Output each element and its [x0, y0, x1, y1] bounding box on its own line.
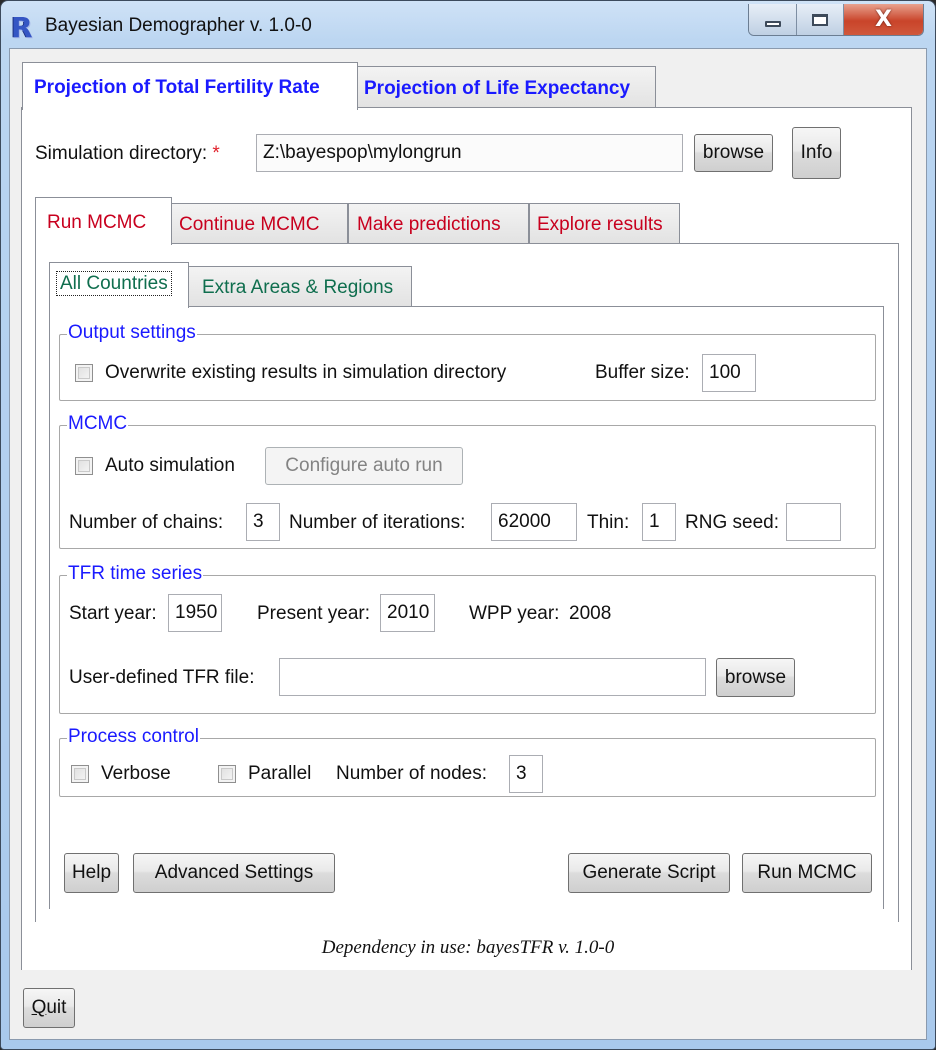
iterations-input[interactable]: 62000	[491, 503, 577, 541]
auto-simulation-checkbox[interactable]	[75, 457, 93, 475]
iterations-label: Number of iterations:	[289, 512, 466, 533]
tab-label: Projection of Life Expectancy	[364, 78, 631, 99]
tab-label: Run MCMC	[47, 212, 147, 233]
start-year-input[interactable]: 1950	[168, 594, 222, 632]
nodes-input[interactable]: 3	[509, 755, 543, 793]
mcmc-legend: MCMC	[67, 413, 129, 435]
present-year-label: Present year:	[257, 603, 370, 624]
tab-label: Extra Areas & Regions	[202, 277, 394, 298]
tab-make-predictions[interactable]: Make predictions	[348, 203, 529, 244]
parallel-checkbox[interactable]	[218, 765, 236, 783]
tab-label: Continue MCMC	[179, 214, 320, 235]
present-year-input[interactable]: 2010	[380, 594, 435, 632]
window-title: Bayesian Demographer v. 1.0-0	[45, 15, 312, 36]
thin-label: Thin:	[587, 512, 630, 533]
rng-seed-label: RNG seed:	[685, 512, 779, 533]
tab-explore-results[interactable]: Explore results	[529, 203, 680, 244]
run-mcmc-button[interactable]: Run MCMC	[742, 853, 872, 893]
quit-button[interactable]: Quit	[23, 988, 75, 1028]
required-marker: *	[212, 143, 220, 164]
tab-run-mcmc[interactable]: Run MCMC	[35, 197, 172, 245]
configure-auto-run-button[interactable]: Configure auto run	[265, 447, 463, 485]
rng-seed-input[interactable]	[786, 503, 841, 541]
chains-input[interactable]: 3	[246, 503, 280, 541]
verbose-checkbox[interactable]	[71, 765, 89, 783]
parallel-label: Parallel	[248, 763, 312, 784]
close-button[interactable]: X	[844, 4, 923, 35]
tfr-series-legend: TFR time series	[67, 563, 204, 585]
buffer-size-label: Buffer size:	[595, 362, 690, 383]
thin-input[interactable]: 1	[642, 503, 676, 541]
tfr-file-label: User-defined TFR file:	[69, 667, 255, 688]
auto-simulation-label: Auto simulation	[105, 455, 235, 476]
overwrite-label: Overwrite existing results in simulation…	[105, 362, 507, 383]
quit-mnemonic: Q	[31, 997, 47, 1018]
tab-continue-mcmc[interactable]: Continue MCMC	[171, 203, 348, 244]
tab-label: Make predictions	[357, 214, 501, 235]
tab-projection-life-expectancy[interactable]: Projection of Life Expectancy	[357, 66, 656, 108]
nodes-label: Number of nodes:	[336, 763, 488, 784]
start-year-label: Start year:	[69, 603, 157, 624]
verbose-label: Verbose	[101, 763, 171, 784]
minimize-button[interactable]	[749, 4, 797, 35]
advanced-settings-button[interactable]: Advanced Settings	[133, 853, 335, 893]
buffer-size-input[interactable]: 100	[702, 354, 756, 392]
dependency-text: Dependency in use: bayesTFR v. 1.0-0	[321, 937, 615, 958]
browse-directory-button[interactable]: browse	[694, 134, 773, 172]
window-controls: X	[748, 4, 924, 36]
chains-label: Number of chains:	[69, 512, 224, 533]
simulation-directory-label: Simulation directory: *	[35, 143, 220, 165]
tab-projection-tfr[interactable]: Projection of Total Fertility Rate	[22, 62, 358, 110]
tab-label: Explore results	[537, 214, 663, 235]
output-settings-legend: Output settings	[67, 322, 197, 344]
help-button[interactable]: Help	[64, 853, 119, 893]
simulation-directory-input[interactable]: Z:\bayespop\mylongrun	[256, 134, 683, 172]
tab-all-countries[interactable]: All Countries	[49, 262, 189, 308]
wpp-year-value: 2008	[569, 603, 612, 624]
info-button[interactable]: Info	[792, 127, 841, 179]
close-icon: X	[875, 7, 892, 32]
browse-tfr-file-button[interactable]: browse	[716, 658, 795, 697]
tfr-file-input[interactable]	[279, 658, 706, 696]
minimize-icon	[764, 20, 781, 27]
maximize-button[interactable]	[797, 4, 844, 35]
r-logo-icon: R	[11, 11, 33, 44]
overwrite-checkbox[interactable]	[75, 364, 93, 382]
tab-label: All Countries	[56, 271, 172, 296]
tab-label: Projection of Total Fertility Rate	[34, 77, 320, 98]
wpp-year-label: WPP year:	[469, 603, 560, 624]
generate-script-button[interactable]: Generate Script	[568, 853, 730, 893]
maximize-icon	[812, 13, 828, 26]
quit-label-rest: uit	[46, 997, 67, 1018]
label-text: Simulation directory:	[35, 143, 208, 164]
tab-extra-areas-regions[interactable]: Extra Areas & Regions	[188, 266, 412, 307]
process-control-legend: Process control	[67, 726, 200, 748]
